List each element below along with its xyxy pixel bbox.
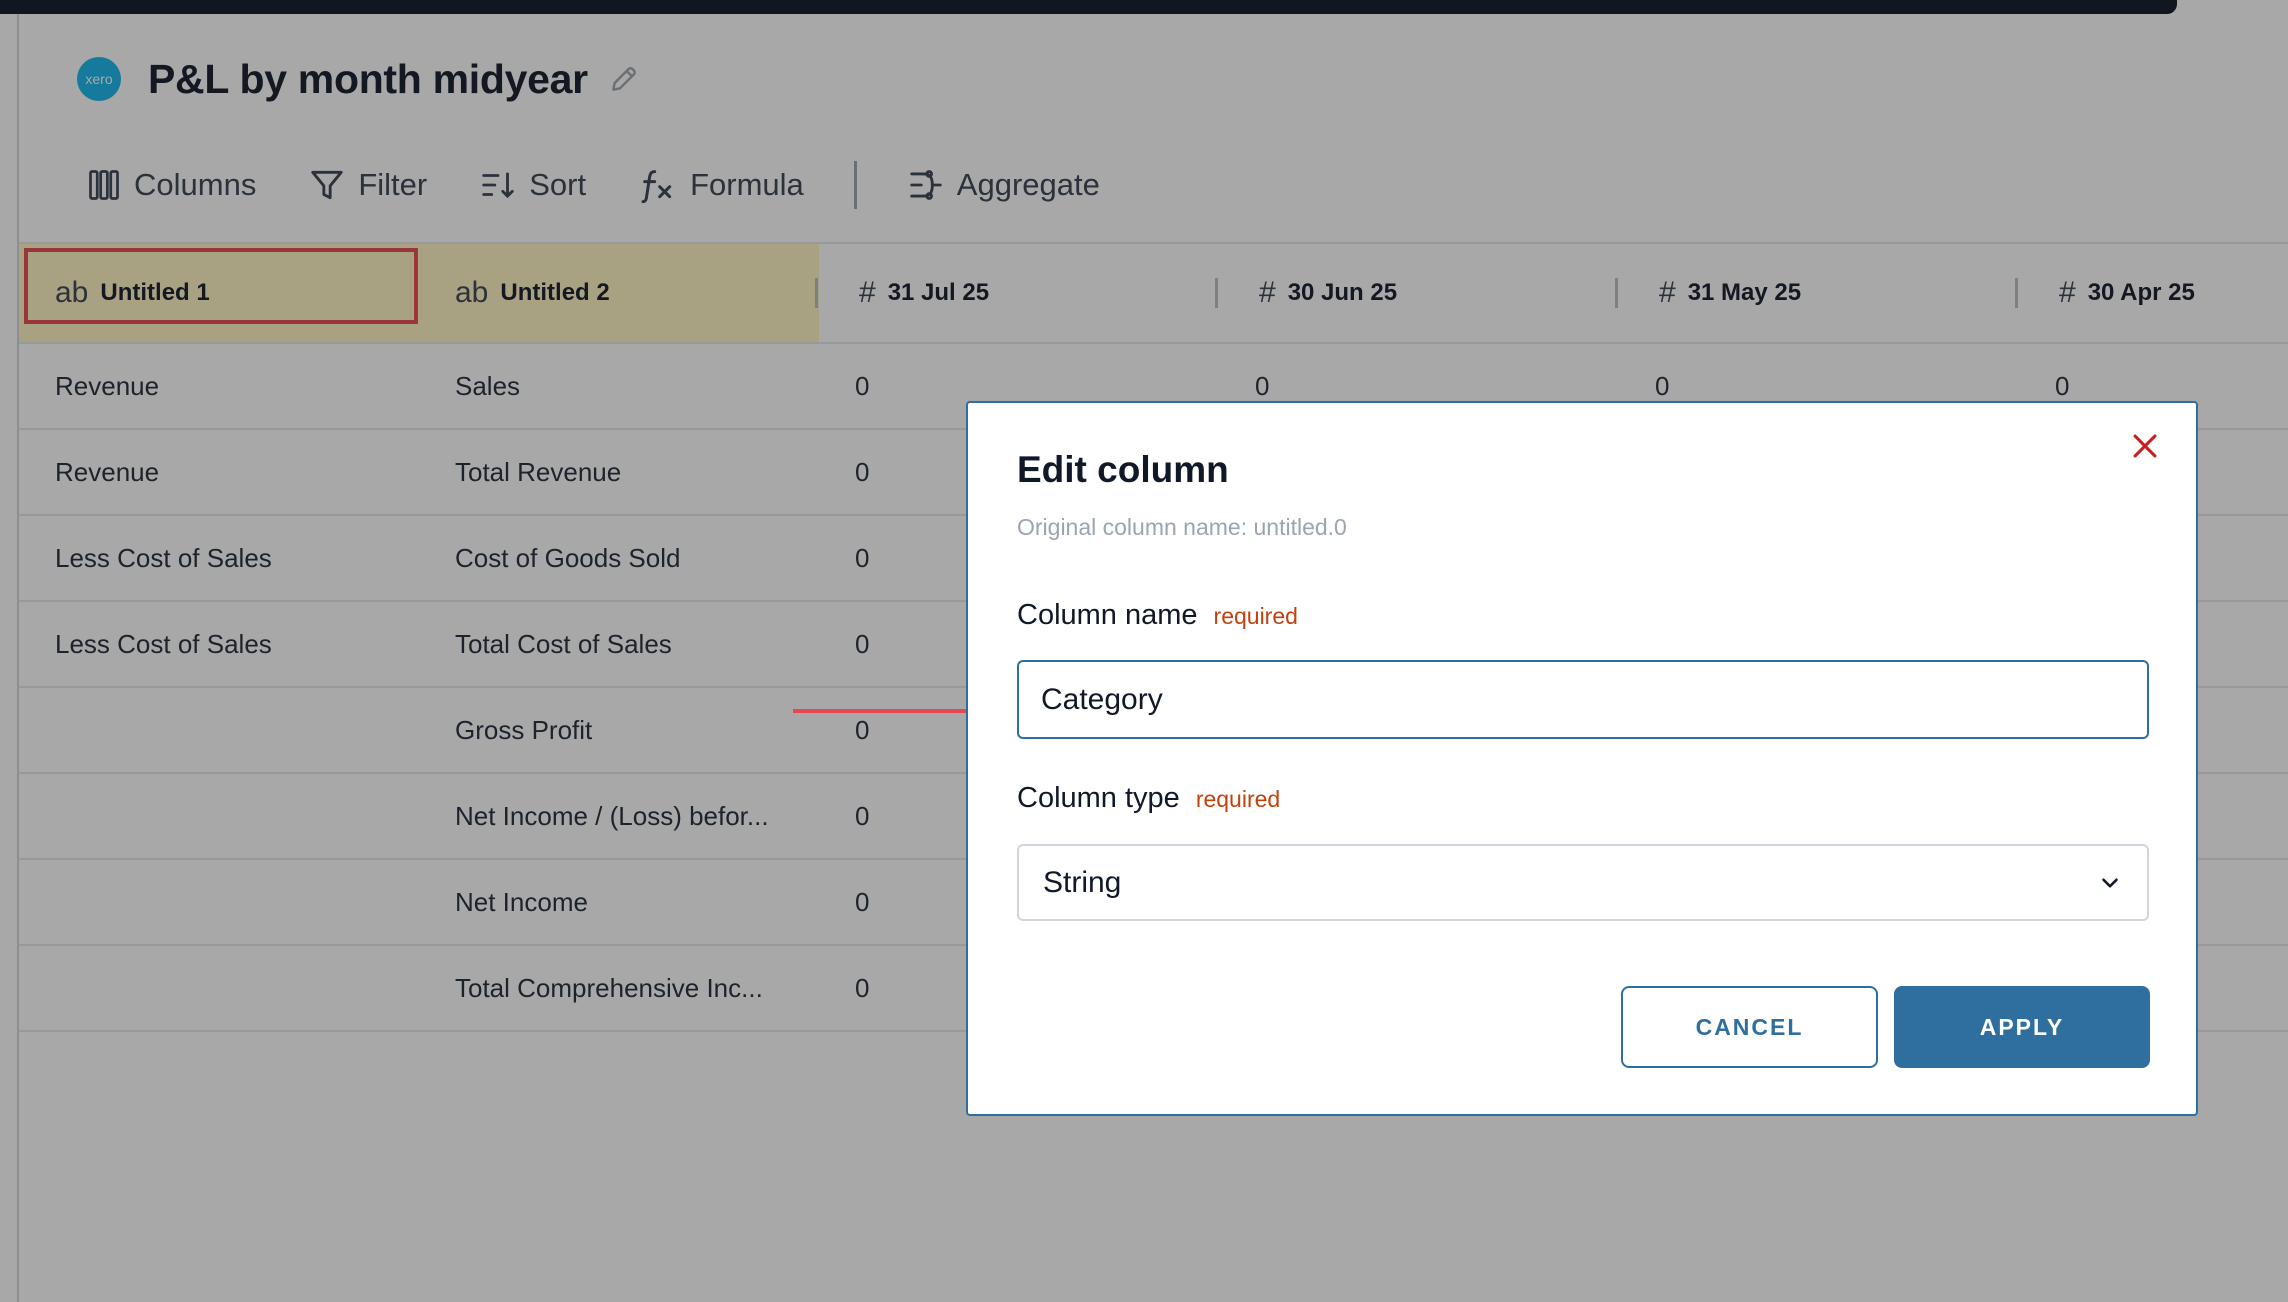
required-badge: required (1195, 786, 1281, 812)
column-type-select[interactable]: String (1017, 844, 2149, 921)
chevron-down-icon (2102, 877, 2118, 888)
column-type-label: Column type required (1017, 782, 1280, 815)
column-name-input[interactable] (1017, 660, 2149, 739)
apply-button[interactable]: APPLY (1894, 986, 2150, 1068)
required-badge: required (1213, 603, 1298, 629)
cancel-button[interactable]: CANCEL (1621, 986, 1878, 1068)
column-name-label: Column name required (1017, 599, 1298, 632)
column-name-label-text: Column name (1017, 599, 1198, 631)
edit-column-dialog: Edit column Original column name: untitl… (966, 401, 2198, 1116)
close-icon[interactable] (2128, 429, 2162, 463)
column-type-label-text: Column type (1017, 782, 1180, 814)
column-type-value: String (1043, 865, 1122, 899)
original-column-name: Original column name: untitled.0 (1017, 514, 1347, 540)
dialog-title: Edit column (1017, 449, 1229, 490)
